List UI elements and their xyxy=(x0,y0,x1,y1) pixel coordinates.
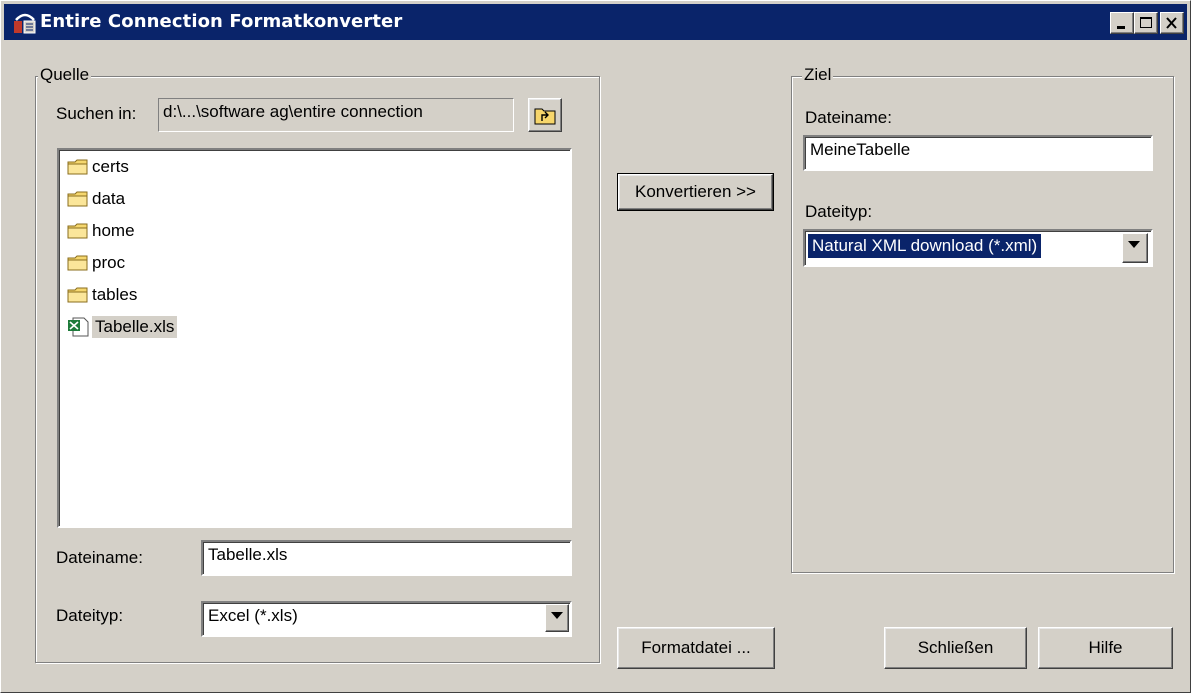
list-item[interactable]: proc xyxy=(67,250,125,276)
help-button[interactable]: Hilfe xyxy=(1038,627,1173,669)
target-filename-label: Dateiname: xyxy=(805,108,892,127)
excel-file-icon xyxy=(68,317,89,337)
up-folder-icon xyxy=(534,108,556,125)
folder-icon xyxy=(67,255,88,271)
source-filetype-label: Dateityp: xyxy=(56,606,124,625)
source-filetype-dropdown-button[interactable] xyxy=(545,604,569,632)
list-item[interactable]: tables xyxy=(67,282,137,308)
close-icon xyxy=(1166,17,1177,29)
search-in-path[interactable]: d:\...\software ag\entire connection xyxy=(158,98,514,132)
chevron-down-icon xyxy=(551,612,563,619)
target-filetype-label: Dateityp: xyxy=(805,202,873,221)
folder-icon xyxy=(67,287,88,303)
close-window-button[interactable] xyxy=(1160,12,1184,34)
up-folder-button[interactable] xyxy=(528,98,562,132)
maximize-button[interactable] xyxy=(1134,12,1158,34)
file-list[interactable]: certs data home proc tables Tabelle.xls xyxy=(57,148,572,528)
minimize-icon xyxy=(1117,26,1125,29)
list-item[interactable]: certs xyxy=(67,154,129,180)
source-group-label: Quelle xyxy=(38,65,92,85)
target-filetype-value: Natural XML download (*.xml) xyxy=(808,234,1042,258)
folder-icon xyxy=(67,191,88,207)
list-item-label: data xyxy=(92,189,126,208)
source-filetype-select[interactable]: Excel (*.xls) xyxy=(201,601,572,637)
convert-button[interactable]: Konvertieren >> xyxy=(617,173,774,211)
source-filetype-value: Excel (*.xls) xyxy=(208,606,298,625)
converter-window: Entire Connection Formatkonverter Quelle… xyxy=(0,0,1191,693)
source-filename-label: Dateiname: xyxy=(56,548,143,567)
target-group-label: Ziel xyxy=(802,65,834,85)
list-item[interactable]: data xyxy=(67,186,125,212)
folder-icon xyxy=(67,223,88,239)
title-bar[interactable]: Entire Connection Formatkonverter xyxy=(4,4,1187,40)
close-button[interactable]: Schließen xyxy=(884,627,1027,669)
format-file-button[interactable]: Formatdatei ... xyxy=(617,627,775,669)
target-filetype-dropdown-button[interactable] xyxy=(1122,233,1148,263)
chevron-down-icon xyxy=(1128,241,1140,248)
list-item-label: proc xyxy=(92,253,126,272)
list-item-label: tables xyxy=(92,285,138,304)
app-icon xyxy=(14,13,36,34)
maximize-icon xyxy=(1140,17,1152,28)
list-item[interactable]: home xyxy=(67,218,135,244)
search-in-label: Suchen in: xyxy=(56,104,137,123)
minimize-button[interactable] xyxy=(1110,12,1134,34)
target-filetype-select[interactable]: Natural XML download (*.xml) xyxy=(803,229,1153,267)
list-item-label: home xyxy=(92,221,135,240)
folder-icon xyxy=(67,159,88,175)
target-filename-input[interactable]: MeineTabelle xyxy=(803,135,1153,171)
list-item[interactable]: Tabelle.xls xyxy=(67,314,178,340)
list-item-label: certs xyxy=(92,157,129,176)
window-title: Entire Connection Formatkonverter xyxy=(40,11,403,32)
source-filename-input[interactable]: Tabelle.xls xyxy=(201,540,572,576)
list-item-label: Tabelle.xls xyxy=(92,316,178,338)
